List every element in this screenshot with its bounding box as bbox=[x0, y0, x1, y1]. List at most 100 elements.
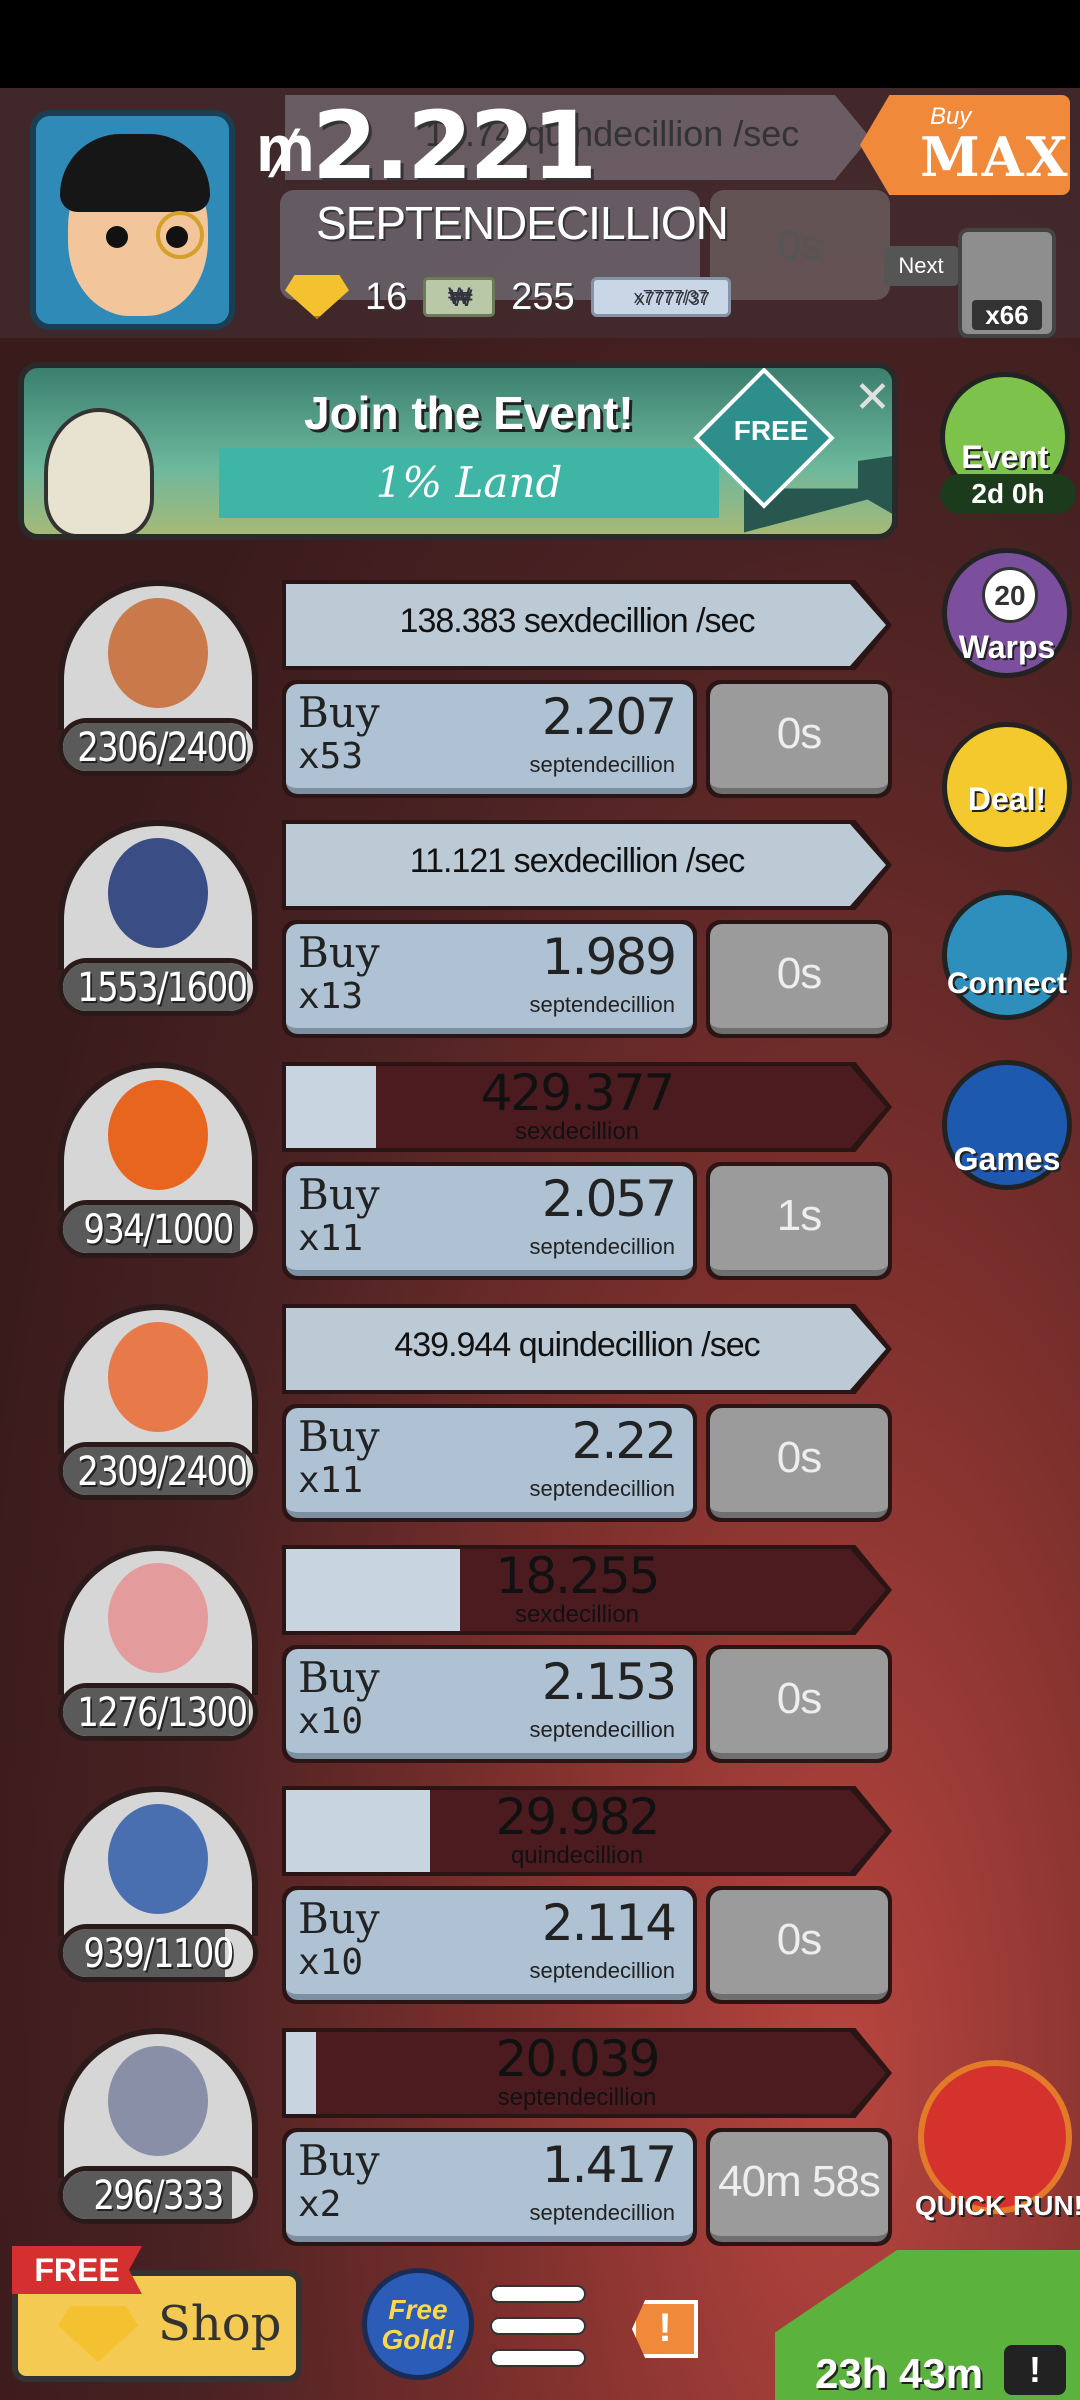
level-counter: 1553/1600 bbox=[58, 958, 258, 1016]
tv-icon: ! bbox=[1004, 2345, 1066, 2395]
buy-cost-unit: septendecillion bbox=[529, 1958, 675, 1983]
timer-button[interactable]: 40m 58s bbox=[706, 2128, 892, 2246]
buy-multiplier: x11 bbox=[298, 1218, 364, 1259]
progress-bar[interactable]: 429.377 sexdecillion bbox=[282, 1062, 892, 1152]
timer-button[interactable]: 1s bbox=[706, 1162, 892, 1280]
monocle-icon bbox=[156, 211, 204, 259]
ad-timer-text: 23h 43m bbox=[815, 2350, 984, 2397]
buy-multiplier: x53 bbox=[298, 736, 364, 777]
manager-row: 1553/1600 11.121 sexdecillion /sec Buy x… bbox=[0, 820, 1080, 1060]
free-gold-button[interactable]: Free Gold! bbox=[362, 2268, 474, 2380]
timer-button[interactable]: 0s bbox=[706, 680, 892, 798]
progress-unit: septendecillion bbox=[497, 2084, 657, 2111]
level-text: 2306/2400 bbox=[77, 725, 248, 771]
gold-icon bbox=[285, 275, 349, 319]
event-title: Join the Event! bbox=[304, 387, 634, 439]
currency-row: 16 ₩ 255 x7777/37 bbox=[285, 275, 731, 319]
timer-text: 0s bbox=[710, 1408, 888, 1518]
close-icon[interactable]: ✕ bbox=[854, 372, 891, 423]
free-badge-label: FREE bbox=[733, 414, 809, 446]
shop-button[interactable]: FREE Shop bbox=[12, 2246, 302, 2382]
timer-button[interactable]: 0s bbox=[706, 1404, 892, 1522]
menu-icon[interactable] bbox=[490, 2285, 586, 2371]
buy-cost: 2.114 bbox=[541, 1894, 677, 1952]
level-text: 939/1100 bbox=[83, 1931, 234, 1977]
buy-button[interactable]: Buy x53 2.207 septendecillion bbox=[282, 680, 697, 798]
buy-button-face: Buy x10 2.114 septendecillion bbox=[286, 1890, 693, 2000]
alert-icon[interactable]: ! bbox=[632, 2300, 698, 2358]
event-banner[interactable]: Join the Event! 1% Land FREE ✕ bbox=[18, 362, 898, 540]
manager-row: 939/1100 29.982 quindecillion Buy x10 2.… bbox=[0, 1786, 1080, 2026]
next-label: Next bbox=[884, 246, 958, 286]
buy-cost-unit: septendecillion bbox=[529, 1476, 675, 1501]
rate-bar[interactable]: 439.944 quindecillion /sec bbox=[282, 1304, 892, 1394]
rate-text: 439.944 quindecillion /sec bbox=[394, 1326, 760, 1364]
buy-cost: 2.057 bbox=[541, 1170, 677, 1228]
buy-button[interactable]: Buy x10 2.153 septendecillion bbox=[282, 1645, 697, 1763]
buy-multiplier: x11 bbox=[298, 1460, 364, 1501]
timer-text: 0s bbox=[710, 924, 888, 1034]
level-text: 934/1000 bbox=[83, 1207, 234, 1253]
timer-button[interactable]: 0s bbox=[706, 1886, 892, 2004]
rate-bar[interactable]: 11.121 sexdecillion /sec bbox=[282, 820, 892, 910]
buy-label: Buy bbox=[298, 1894, 380, 1943]
next-count: x66 bbox=[972, 300, 1042, 330]
buy-button-face: Buy x10 2.153 septendecillion bbox=[286, 1649, 693, 1759]
level-counter: 934/1000 bbox=[58, 1200, 258, 1258]
buy-cost: 2.153 bbox=[541, 1653, 677, 1711]
manager-row: 296/333 20.039 septendecillion Buy x2 1.… bbox=[0, 2028, 1080, 2268]
player-avatar[interactable] bbox=[30, 110, 235, 330]
level-counter: 939/1100 bbox=[58, 1924, 258, 1982]
timer-text: 0s bbox=[710, 1649, 888, 1759]
buy-label: Buy bbox=[298, 1170, 380, 1219]
event-timer: 2d 0h bbox=[940, 474, 1076, 514]
progress-bar[interactable]: 20.039 septendecillion bbox=[282, 2028, 892, 2118]
manager-row: 2306/2400 138.383 sexdecillion /sec Buy … bbox=[0, 580, 1080, 820]
buy-cost: 2.207 bbox=[541, 688, 677, 746]
buy-cost-unit: septendecillion bbox=[529, 752, 675, 777]
level-counter: 1276/1300 bbox=[58, 1683, 258, 1741]
rate-text: 11.121 sexdecillion /sec bbox=[409, 842, 745, 880]
manager-row: 934/1000 429.377 sexdecillion Buy x11 2.… bbox=[0, 1062, 1080, 1302]
buy-label: Buy bbox=[298, 1412, 380, 1461]
progress-bar[interactable]: 29.982 quindecillion bbox=[282, 1786, 892, 1876]
manager-icon bbox=[108, 838, 208, 948]
level-text: 2309/2400 bbox=[77, 1449, 248, 1495]
manager-row: 2309/2400 439.944 quindecillion /sec Buy… bbox=[0, 1304, 1080, 1544]
buy-button-face: Buy x2 1.417 septendecillion bbox=[286, 2132, 693, 2242]
event-character-icon bbox=[44, 408, 154, 534]
progress-amount: 18.255 bbox=[495, 1547, 661, 1605]
manager-row: 1276/1300 18.255 sexdecillion Buy x10 2.… bbox=[0, 1545, 1080, 1785]
timer-text: 40m 58s bbox=[710, 2132, 888, 2242]
buy-label: Buy bbox=[298, 928, 380, 977]
buy-button[interactable]: Buy x2 1.417 septendecillion bbox=[282, 2128, 697, 2246]
free-tag: FREE bbox=[12, 2246, 142, 2294]
buy-button-face: Buy x11 2.057 septendecillion bbox=[286, 1166, 693, 1276]
buy-max-button[interactable]: Buy MAX bbox=[860, 95, 1070, 195]
timer-button[interactable]: 0s bbox=[706, 920, 892, 1038]
buy-button[interactable]: Buy x11 2.057 septendecillion bbox=[282, 1162, 697, 1280]
gold-count: 16 bbox=[365, 275, 408, 318]
buy-multiplier: x10 bbox=[298, 1942, 364, 1983]
progress-unit: sexdecillion bbox=[514, 1601, 640, 1628]
status-bar bbox=[0, 0, 1080, 88]
buy-cost-unit: septendecillion bbox=[529, 992, 675, 1017]
level-counter: 2306/2400 bbox=[58, 718, 258, 776]
megabucks-count: 255 bbox=[511, 275, 575, 318]
event-label: Event bbox=[961, 439, 1049, 475]
buy-cost-unit: septendecillion bbox=[529, 1234, 675, 1259]
progress-unit: quindecillion bbox=[510, 1842, 644, 1869]
buy-button[interactable]: Buy x10 2.114 septendecillion bbox=[282, 1886, 697, 2004]
progress-bar[interactable]: 18.255 sexdecillion bbox=[282, 1545, 892, 1635]
buy-label: Buy bbox=[298, 688, 380, 737]
buy-button[interactable]: Buy x11 2.22 septendecillion bbox=[282, 1404, 697, 1522]
rate-bar[interactable]: 138.383 sexdecillion /sec bbox=[282, 580, 892, 670]
progress-amount: 429.377 bbox=[480, 1064, 676, 1122]
next-unlock-button[interactable]: x66 bbox=[958, 228, 1056, 338]
buy-multiplier: x2 bbox=[298, 2184, 342, 2225]
timer-button[interactable]: 0s bbox=[706, 1645, 892, 1763]
progress-amount: 29.982 bbox=[495, 1788, 661, 1846]
buy-button[interactable]: Buy x13 1.989 septendecillion bbox=[282, 920, 697, 1038]
timer-text: 0s bbox=[710, 1890, 888, 2000]
buy-multiplier: x13 bbox=[298, 976, 364, 1017]
